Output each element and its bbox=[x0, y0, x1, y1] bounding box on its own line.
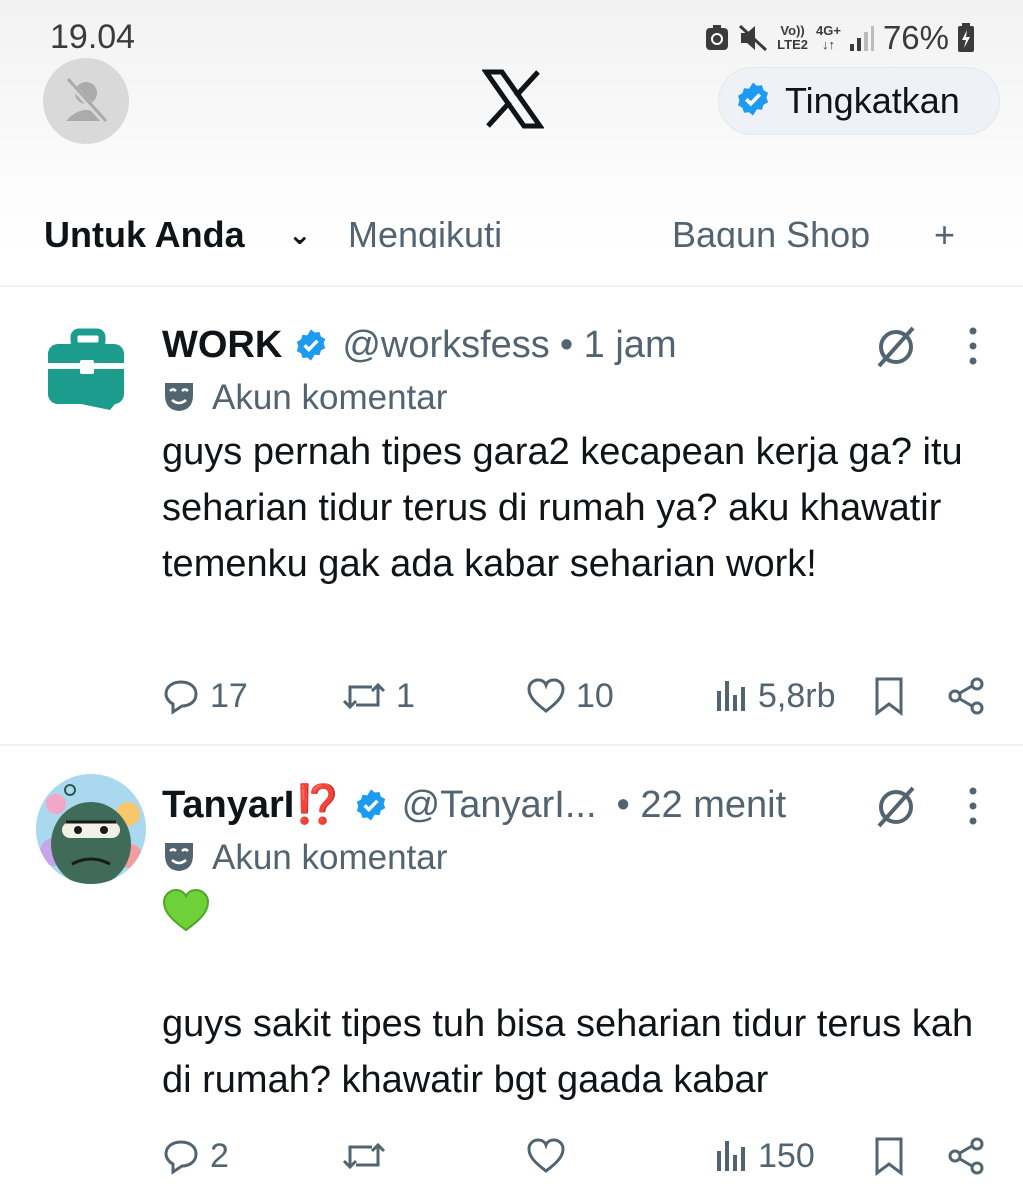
share-icon bbox=[948, 1137, 984, 1175]
verified-badge-icon bbox=[735, 81, 771, 122]
post-time[interactable]: • 22 menit bbox=[617, 784, 787, 827]
bookmark-button[interactable] bbox=[872, 1134, 906, 1178]
like-button[interactable] bbox=[526, 1134, 576, 1178]
post-header: TanyarI⁉️ @TanyarI... • 22 menit bbox=[162, 780, 786, 830]
tab-for-you[interactable]: Untuk Anda bbox=[44, 214, 245, 248]
status-time: 19.04 bbox=[50, 18, 136, 56]
like-count: 10 bbox=[576, 676, 614, 715]
reply-icon bbox=[164, 1140, 198, 1175]
battery-percent: 76% bbox=[882, 19, 949, 56]
briefcase-avatar-icon[interactable] bbox=[36, 314, 146, 424]
divider bbox=[0, 285, 1023, 287]
repost-icon bbox=[342, 682, 386, 710]
chevron-down-icon[interactable]: ⌄ bbox=[288, 218, 311, 248]
top-header: 19.04 Vo)) LTE2 4G+ ↓↑ 76% Tingkatkan Un… bbox=[0, 0, 1023, 250]
bookmark-button[interactable] bbox=[872, 674, 906, 718]
timeline-tabs: Untuk Anda ⌄ Mengikuti Bagun Shop + bbox=[0, 212, 1023, 248]
like-button[interactable]: 10 bbox=[526, 674, 614, 718]
view-count: 150 bbox=[758, 1136, 815, 1175]
user-placeholder-icon bbox=[63, 76, 111, 128]
share-icon bbox=[948, 677, 984, 715]
fish-avatar[interactable] bbox=[36, 774, 146, 884]
heart-icon bbox=[527, 678, 565, 713]
post-text: guys sakit tipes tuh bisa seharian tidur… bbox=[162, 1003, 974, 1101]
tab-following[interactable]: Mengikuti bbox=[348, 214, 502, 248]
repost-icon bbox=[342, 1142, 386, 1170]
profile-avatar[interactable] bbox=[43, 58, 129, 144]
post-time[interactable]: • 1 jam bbox=[560, 324, 677, 367]
post-header: WORK @worksfess • 1 jam bbox=[162, 320, 677, 370]
mask-icon bbox=[162, 839, 196, 878]
author-name[interactable]: WORK bbox=[162, 324, 282, 367]
repost-button[interactable] bbox=[342, 1134, 396, 1178]
volte-indicator: Vo)) LTE2 bbox=[777, 23, 808, 52]
author-handle[interactable]: @worksfess bbox=[342, 324, 550, 367]
more-options-icon[interactable] bbox=[967, 326, 979, 371]
mask-icon bbox=[162, 379, 196, 418]
divider bbox=[0, 744, 1023, 746]
upgrade-label: Tingkatkan bbox=[785, 80, 960, 121]
signal-icon bbox=[849, 24, 875, 52]
green-heart-emoji bbox=[162, 888, 210, 937]
community-row: Akun komentar bbox=[162, 378, 447, 418]
views-icon bbox=[717, 1141, 745, 1171]
add-tab-icon[interactable]: + bbox=[934, 214, 955, 248]
grok-icon[interactable] bbox=[873, 324, 919, 375]
views-button[interactable]: 5,8rb bbox=[714, 674, 836, 718]
views-button[interactable]: 150 bbox=[714, 1134, 815, 1178]
repost-button[interactable]: 1 bbox=[342, 674, 415, 718]
heart-icon bbox=[527, 1138, 565, 1173]
reply-button[interactable]: 2 bbox=[162, 1134, 229, 1178]
reply-icon bbox=[164, 680, 198, 715]
author-name[interactable]: TanyarI⁉️ bbox=[162, 783, 342, 827]
view-count: 5,8rb bbox=[758, 676, 836, 715]
community-row: Akun komentar bbox=[162, 838, 447, 878]
post-actions: 17 1 10 5,8rb bbox=[162, 674, 992, 718]
reply-button[interactable]: 17 bbox=[162, 674, 248, 718]
tab-pinned-list[interactable]: Bagun Shop bbox=[672, 214, 870, 248]
share-button[interactable] bbox=[946, 1134, 986, 1178]
repost-count: 1 bbox=[396, 676, 415, 715]
reply-count: 17 bbox=[210, 676, 248, 715]
recycle-icon bbox=[705, 24, 729, 52]
bookmark-icon bbox=[875, 677, 903, 716]
more-options-icon[interactable] bbox=[967, 786, 979, 831]
reply-count: 2 bbox=[210, 1136, 229, 1175]
grok-icon[interactable] bbox=[873, 784, 919, 835]
views-icon bbox=[717, 681, 745, 711]
share-button[interactable] bbox=[946, 674, 986, 718]
verified-badge-icon bbox=[354, 788, 388, 822]
bookmark-icon bbox=[875, 1137, 903, 1176]
mute-icon bbox=[737, 23, 769, 53]
status-bar: 19.04 Vo)) LTE2 4G+ ↓↑ 76% bbox=[0, 0, 1023, 58]
community-label[interactable]: Akun komentar bbox=[212, 378, 447, 418]
status-icons: Vo)) LTE2 4G+ ↓↑ 76% bbox=[705, 19, 975, 56]
author-handle[interactable]: @TanyarI... bbox=[402, 784, 597, 827]
upgrade-button[interactable]: Tingkatkan bbox=[718, 67, 1000, 135]
post-work[interactable]: WORK @worksfess • 1 jam Akun komentar gu… bbox=[0, 300, 1023, 740]
verified-badge-icon bbox=[294, 328, 328, 362]
post-text: guys pernah tipes gara2 kecapean kerja g… bbox=[162, 431, 963, 585]
community-label[interactable]: Akun komentar bbox=[212, 838, 447, 878]
network-type-indicator: 4G+ ↓↑ bbox=[816, 23, 841, 52]
battery-charging-icon bbox=[957, 23, 975, 53]
post-actions: 2 150 bbox=[162, 1134, 992, 1178]
post-tanyarl[interactable]: TanyarI⁉️ @TanyarI... • 22 menit Akun ko… bbox=[0, 760, 1023, 1200]
x-logo-icon[interactable] bbox=[481, 68, 545, 130]
